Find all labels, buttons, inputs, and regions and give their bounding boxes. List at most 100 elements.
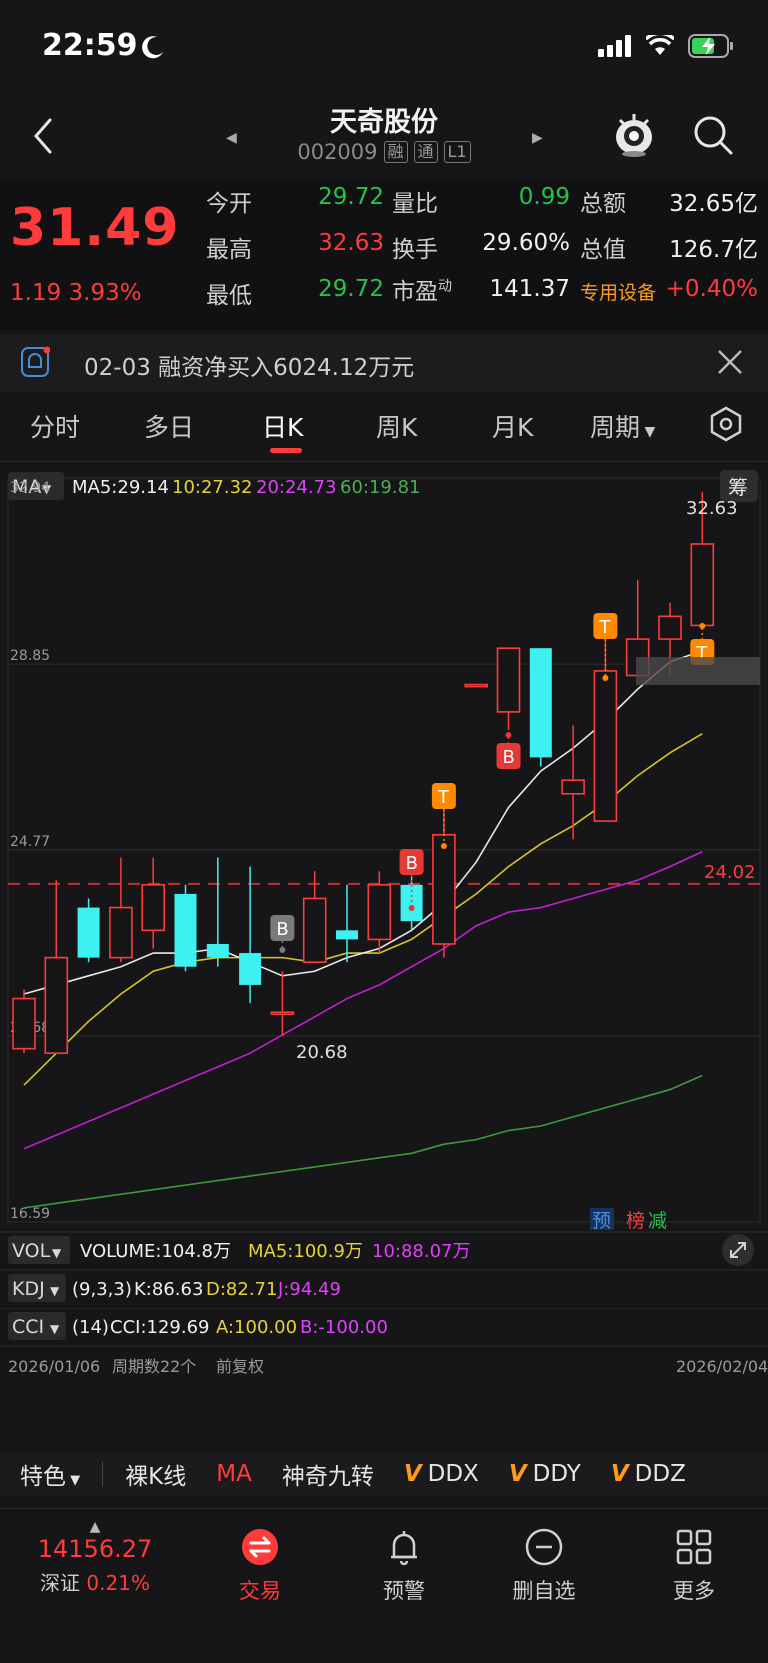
tag-margin: 融 [383,141,408,163]
ma5-value: MA5:29.14 [72,477,169,498]
tag-level1: L1 [443,141,471,163]
settings-hexagon-icon[interactable] [708,406,744,442]
indicator-magic-nine[interactable]: 神奇九转 [282,1457,374,1491]
cci-and-date-rows: CCI ▼ (14) CCI:129.69 A:100.00 B:-100.00… [0,1308,768,1376]
label-low: 最低 [206,283,252,309]
candle-body [529,648,552,758]
tab-intraday[interactable]: 分时 [30,408,80,444]
tab-multiday[interactable]: 多日 [144,408,194,444]
adjust-mode[interactable]: 前复权 [216,1357,264,1376]
close-icon[interactable] [716,348,744,376]
signal-b: B [496,732,521,769]
value-high: 32.63 [318,230,384,256]
cci-value: CCI:129.69 [110,1317,210,1338]
ma20-value: 20:24.73 [256,477,337,498]
indicator-ddy-label: DDY [532,1461,581,1487]
label-sector[interactable]: 专用设备 [580,278,656,305]
resistance-band [636,657,760,685]
trade-icon [242,1529,278,1565]
kdj-k: K:86.63 [134,1279,203,1300]
indicator-ddx[interactable]: V DDX [404,1461,479,1487]
news-banner[interactable]: 02-03 融资净买入6024.12万元 [0,334,768,392]
signal-b-grey: B [270,915,295,953]
period-count: 周期数22个 [112,1357,196,1376]
signal-dot [279,947,286,953]
kline-chart[interactable]: MA ▼ MA5:29.14 10:27.32 20:24.73 60:19.8… [0,462,768,1312]
label-turnover-amount: 总额 [580,191,626,217]
high-label: 32.63 [686,498,738,519]
candle-body [109,906,133,959]
signal-dot [505,732,512,738]
candle [302,871,327,963]
vip-icon: V [403,1461,422,1487]
vol-value: VOLUME:104.8万 [80,1241,231,1262]
vip-icon: V [508,1461,527,1487]
tab-remove-watchlist-label: 删自选 [512,1579,576,1603]
signal-dot [408,905,415,911]
y-tick-label: 24.77 [10,834,50,850]
tab-weekly-k[interactable]: 周K [376,408,417,444]
stock-code: 002009 [297,140,378,164]
candle-body [561,779,585,795]
ma20-line [23,850,703,1150]
mascot-icon[interactable] [612,110,656,160]
signal-letter: B [503,747,515,768]
tab-remove-watchlist[interactable]: 删自选 [494,1527,594,1605]
value-sector-change[interactable]: +0.40% [660,276,758,302]
tab-daily-k[interactable]: 日K [262,408,303,444]
label-pe-sup: 动 [438,278,452,295]
indicator-special-label: 特色 [20,1464,66,1490]
indicator-ddy[interactable]: V DDY [509,1461,581,1487]
candle [496,647,521,731]
tab-active-indicator [270,448,302,453]
y-tick-label: 32.94 [10,480,50,496]
vip-icon: V [610,1461,629,1487]
y-tick-label: 28.85 [10,648,50,664]
cci-params: (14) [72,1317,109,1338]
tab-alert-label: 预警 [383,1579,425,1603]
tab-alert[interactable]: 预警 [354,1527,454,1605]
ref-line-label: 24.02 [704,862,756,883]
tab-trade-label: 交易 [239,1579,281,1603]
tab-more-label: 更多 [673,1579,715,1603]
nav-bar: 天奇股份 ◀ 002009 融 通 L1 ▶ [0,96,768,180]
indicator-bar: 特色 ▼ 裸K线 MA 神奇九转 V DDX V DDY V DDZ [0,1452,768,1496]
candle [464,683,489,688]
ma60-line [23,1074,703,1209]
search-icon[interactable] [692,114,734,156]
candle-body [690,543,715,627]
value-volume-ratio: 0.99 [518,184,570,210]
candle [239,866,262,1004]
indicator-naked-k[interactable]: 裸K线 [125,1457,186,1491]
moon-icon [142,36,163,59]
badge-forecast[interactable]: 预 [592,1210,611,1232]
candle-body [432,833,456,945]
candle-body [44,956,69,1054]
news-text[interactable]: 02-03 融资净买入6024.12万元 [84,348,414,382]
badge-reduce[interactable]: 减 [648,1210,667,1232]
indicator-ma[interactable]: MA [216,1461,252,1487]
candle-body [496,647,521,713]
kdj-label: KDJ [12,1278,45,1300]
date-end: 2026/02/04 [676,1357,768,1376]
badge-ranking[interactable]: 榜 [626,1210,645,1232]
indicator-special[interactable]: 特色 ▼ [20,1457,80,1491]
candle [206,857,229,967]
tab-trade[interactable]: 交易 [210,1527,310,1605]
candle [44,880,69,1054]
indicator-ddz[interactable]: V DDZ [611,1461,686,1487]
index-widget[interactable]: ▲ 14156.27 深证 0.21% [20,1519,170,1596]
status-time: 22:59 [42,28,138,63]
trade-signals: 32.6320.68BBTBTT [270,498,738,1063]
label-turnover-rate: 换手 [392,237,438,263]
signal-dot [440,843,447,849]
next-stock-arrow[interactable]: ▶ [532,130,543,146]
signal-letter: B [276,919,288,940]
candle [174,884,197,972]
status-icons [598,34,734,58]
candle-body [270,1011,295,1016]
candle-body [174,893,197,967]
tab-more[interactable]: 更多 [644,1527,744,1605]
tab-monthly-k[interactable]: 月K [492,408,533,444]
tab-period[interactable]: 周期 ▼ [590,408,655,444]
